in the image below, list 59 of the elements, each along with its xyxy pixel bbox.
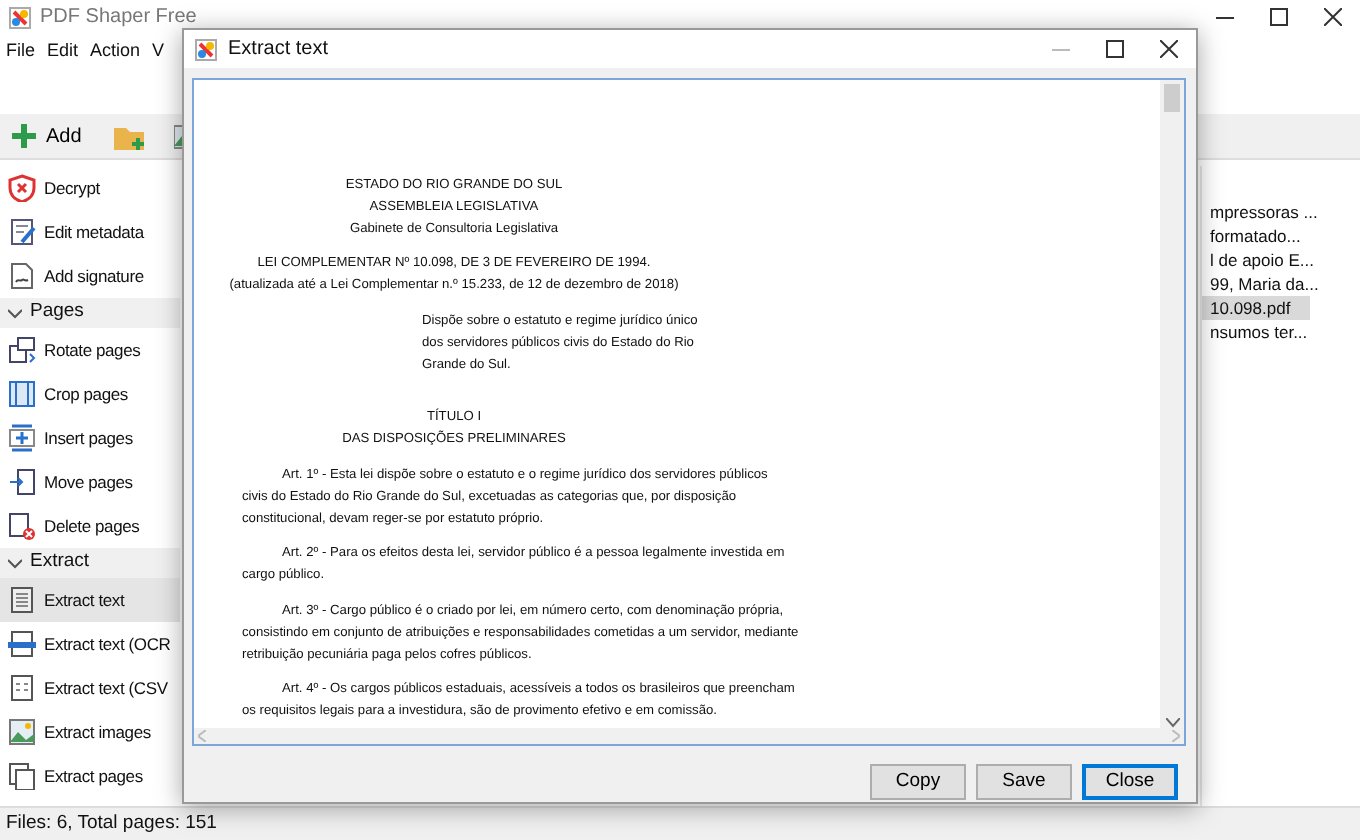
- menu-item[interactable]: Edit: [47, 37, 79, 65]
- menu-item[interactable]: File: [6, 37, 36, 65]
- dialog-title: Extract text: [228, 36, 329, 64]
- sidebar-item[interactable]: Edit metadata: [0, 210, 180, 254]
- sidebar-item[interactable]: Extract images: [0, 710, 180, 754]
- file-row[interactable]: l de apoio E...: [1202, 248, 1310, 272]
- sidebar-item[interactable]: Move pages: [0, 460, 180, 504]
- insert-pages-icon: [8, 424, 36, 452]
- window-title: PDF Shaper Free: [40, 4, 197, 32]
- sidebar-item[interactable]: Extract text (OCR: [0, 622, 180, 666]
- menu-item[interactable]: V: [152, 37, 165, 65]
- sidebar-item[interactable]: Decrypt: [0, 166, 180, 210]
- sidebar-item[interactable]: Extract pages: [0, 754, 180, 798]
- image-icon: [8, 718, 36, 746]
- app-logo-icon: [194, 37, 218, 61]
- section-header[interactable]: Extract: [0, 548, 180, 578]
- scanner-icon: [8, 630, 36, 658]
- status-bar: Files: 6, Total pages: 151: [0, 806, 1360, 840]
- sidebar-item[interactable]: Crop pages: [0, 372, 180, 416]
- section-label: Pages: [30, 298, 84, 327]
- sidebar-item[interactable]: Add signature: [0, 254, 180, 298]
- move-page-icon: [8, 468, 36, 496]
- crop-icon: [8, 380, 36, 408]
- plus-icon: [12, 124, 36, 148]
- rotate-page-icon: [8, 336, 36, 364]
- delete-page-icon: [8, 512, 36, 540]
- dialog-button[interactable]: Save: [976, 764, 1072, 800]
- sidebar-item[interactable]: Rotate pages: [0, 328, 180, 372]
- edit-document-icon: [8, 218, 36, 246]
- text-area[interactable]: [192, 78, 1186, 746]
- file-row[interactable]: 10.098.pdf: [1202, 296, 1310, 320]
- sidebar-item[interactable]: Insert pages: [0, 416, 180, 460]
- sidebar-item[interactable]: Extract text: [0, 578, 180, 622]
- vertical-scrollbar[interactable]: [1160, 80, 1184, 728]
- dialog-button[interactable]: Close: [1082, 764, 1178, 800]
- scroll-down-icon[interactable]: [1165, 718, 1179, 728]
- sidebar-item[interactable]: Delete pages: [0, 504, 180, 548]
- text-page-icon: [8, 586, 36, 614]
- app-logo-icon: [8, 5, 32, 29]
- close-icon[interactable]: [1160, 40, 1178, 58]
- maximize-icon[interactable]: [1270, 8, 1288, 26]
- section-label: Extract: [30, 548, 90, 577]
- file-row[interactable]: nsumos ter...: [1202, 320, 1310, 344]
- add-button[interactable]: Add: [12, 121, 94, 151]
- maximize-icon[interactable]: [1106, 40, 1124, 58]
- signature-icon: [8, 262, 36, 290]
- csv-page-icon: [8, 674, 36, 702]
- close-icon[interactable]: [1324, 8, 1342, 26]
- pages-icon: [8, 762, 36, 790]
- file-row[interactable]: formatado...: [1202, 224, 1310, 248]
- menu-item[interactable]: Action: [90, 37, 141, 65]
- shield-icon: [8, 174, 36, 202]
- chevron-down-icon: [8, 306, 22, 320]
- dialog-button[interactable]: Copy: [870, 764, 966, 800]
- chevron-down-icon: [8, 556, 22, 570]
- section-header[interactable]: Pages: [0, 298, 180, 328]
- sidebar-item[interactable]: Extract text (CSV: [0, 666, 180, 710]
- scroll-thumb[interactable]: [1164, 84, 1180, 112]
- folder-add-icon[interactable]: [113, 123, 146, 149]
